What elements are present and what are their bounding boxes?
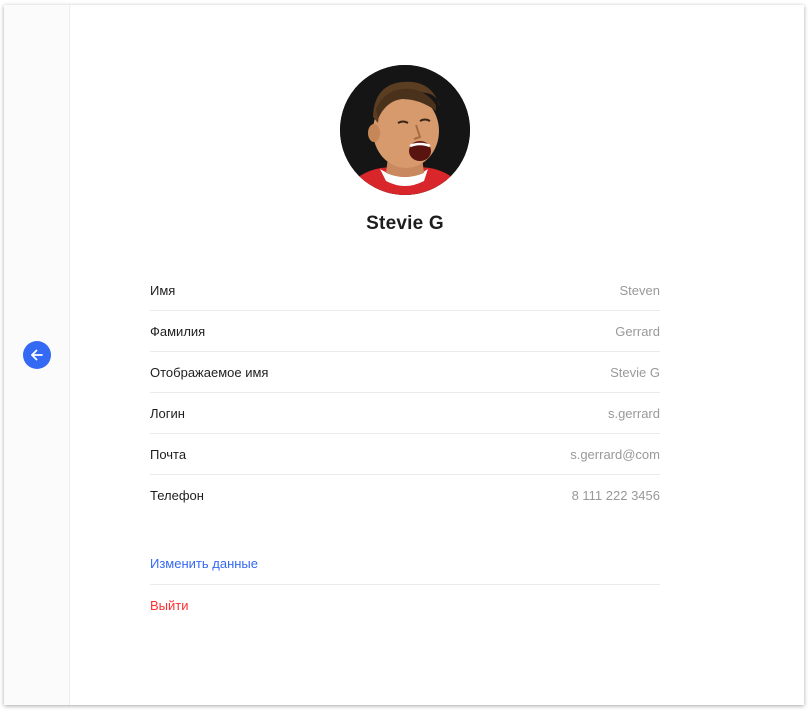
info-row-display-name: Отображаемое имя Stevie G — [150, 352, 660, 393]
profile-window: Stevie G Имя Steven Фамилия Gerrard Отоб… — [4, 5, 804, 705]
info-label: Отображаемое имя — [150, 364, 269, 380]
info-label: Логин — [150, 405, 185, 421]
info-value: s.gerrard@com — [570, 446, 660, 462]
info-label: Имя — [150, 282, 176, 298]
action-row-edit: Изменить данные — [150, 543, 660, 585]
info-value: s.gerrard — [607, 405, 660, 421]
action-row-logout: Выйти — [150, 585, 660, 626]
info-label: Почта — [150, 446, 187, 462]
profile-main: Stevie G Имя Steven Фамилия Gerrard Отоб… — [70, 5, 804, 705]
profile-info-list: Имя Steven Фамилия Gerrard Отображаемое … — [150, 270, 660, 515]
sidebar — [4, 5, 70, 705]
avatar[interactable] — [340, 65, 470, 195]
info-row-login: Логин s.gerrard — [150, 393, 660, 434]
info-value: Stevie G — [610, 364, 660, 380]
user-avatar-photo — [340, 65, 470, 195]
back-button[interactable] — [23, 341, 51, 369]
profile-display-name: Stevie G — [366, 213, 444, 234]
info-value: 8 111 222 3456 — [571, 487, 660, 503]
info-row-phone: Телефон 8 111 222 3456 — [150, 475, 660, 515]
edit-profile-button[interactable]: Изменить данные — [150, 556, 258, 571]
info-row-second-name: Фамилия Gerrard — [150, 311, 660, 352]
info-value: Steven — [619, 282, 660, 298]
info-row-first-name: Имя Steven — [150, 270, 660, 311]
info-row-email: Почта s.gerrard@com — [150, 434, 660, 475]
info-label: Фамилия — [150, 323, 206, 339]
arrow-left-icon — [31, 349, 43, 361]
info-value: Gerrard — [615, 323, 660, 339]
profile-actions: Изменить данные Выйти — [150, 543, 660, 626]
logout-button[interactable]: Выйти — [150, 598, 189, 613]
info-label: Телефон — [150, 487, 204, 503]
